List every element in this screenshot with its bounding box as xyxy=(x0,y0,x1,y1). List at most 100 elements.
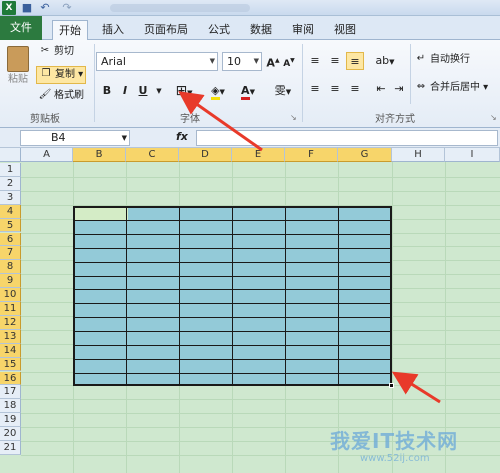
orientation-button[interactable]: ab▼ xyxy=(372,52,398,70)
tab-insert[interactable]: 插入 xyxy=(96,20,130,40)
table-border xyxy=(75,289,390,291)
decrease-indent-icon[interactable]: ⇤ xyxy=(372,80,390,98)
row-header-16[interactable]: 16 xyxy=(0,371,21,386)
align-middle-icon[interactable]: ≡ xyxy=(326,52,344,70)
row-header-11[interactable]: 11 xyxy=(0,302,21,316)
tab-data[interactable]: 数据 xyxy=(244,20,278,40)
font-name-select[interactable]: Arial ▼ xyxy=(96,52,218,71)
align-bottom-icon[interactable]: ≡ xyxy=(346,52,364,70)
align-top-icon[interactable]: ≡ xyxy=(306,52,324,70)
cut-label: 剪切 xyxy=(54,46,74,57)
row-header-7[interactable]: 7 xyxy=(0,246,21,261)
row-header-10[interactable]: 10 xyxy=(0,288,21,302)
align-center-icon[interactable]: ≡ xyxy=(326,80,344,98)
copy-button[interactable]: ❐ 复制 ▾ xyxy=(36,66,87,84)
chevron-down-icon: ▼ xyxy=(249,88,255,96)
cut-button[interactable]: ✂ 剪切 xyxy=(38,44,74,60)
format-painter-button[interactable]: 🖌 格式刷 xyxy=(38,88,84,104)
tab-file[interactable]: 文件 xyxy=(0,16,42,40)
row-header-13[interactable]: 13 xyxy=(0,329,21,344)
name-box[interactable]: B4 ▼ xyxy=(20,130,130,146)
gridline xyxy=(21,190,500,192)
row-header-2[interactable]: 2 xyxy=(0,176,21,191)
table-border xyxy=(75,261,390,263)
formula-input[interactable] xyxy=(196,130,498,146)
row-header-12[interactable]: 12 xyxy=(0,315,21,330)
tab-view[interactable]: 视图 xyxy=(328,20,362,40)
align-right-icon[interactable]: ≡ xyxy=(346,80,364,98)
column-header-i[interactable]: I xyxy=(445,148,500,162)
row-header-18[interactable]: 18 xyxy=(0,399,21,414)
row-header-5[interactable]: 5 xyxy=(0,218,21,233)
chevron-down-icon: ▼ xyxy=(219,88,225,96)
font-group-label: 字体 xyxy=(180,114,200,125)
function-icon[interactable]: fx xyxy=(176,130,188,143)
row-header-9[interactable]: 9 xyxy=(0,274,21,289)
select-all-corner[interactable] xyxy=(0,148,21,162)
group-divider xyxy=(302,44,303,122)
worksheet-grid[interactable]: ABCDEFGHI 1 2 3 4 5 6 7 8 9 10 11 12 13 14 15 16 17 18 19 2… xyxy=(0,148,500,473)
paste-icon xyxy=(7,46,29,72)
brush-icon: 🖌 xyxy=(38,89,52,100)
tab-page-layout[interactable]: 页面布局 xyxy=(138,20,194,40)
bordered-table-selection[interactable] xyxy=(73,206,394,388)
tab-home[interactable]: 开始 xyxy=(52,20,88,41)
font-color-icon: A xyxy=(241,84,250,100)
table-border xyxy=(75,219,390,221)
tab-formulas[interactable]: 公式 xyxy=(202,20,236,40)
column-header-d[interactable]: D xyxy=(179,148,232,162)
clipboard-group-label: 剪贴板 xyxy=(30,114,60,125)
column-header-a[interactable]: A xyxy=(21,148,73,162)
paste-button[interactable]: 粘贴 xyxy=(4,46,32,88)
font-size-select[interactable]: 10 ▼ xyxy=(222,52,262,71)
bold-button[interactable]: B xyxy=(98,82,116,100)
ribbon: 粘贴 ✂ 剪切 ❐ 复制 ▾ 🖌 格式刷 剪贴板 Arial ▼ 10 ▼ A▲ A▼ B… xyxy=(0,40,500,128)
group-divider xyxy=(410,44,411,104)
row-header-14[interactable]: 14 xyxy=(0,343,21,358)
row-header-3[interactable]: 3 xyxy=(0,190,21,205)
undo-icon[interactable]: ↶ xyxy=(38,1,52,15)
tab-review[interactable]: 审阅 xyxy=(286,20,320,40)
row-header-8[interactable]: 8 xyxy=(0,260,21,275)
font-color-button[interactable]: A▼ xyxy=(236,82,260,100)
row-header-4[interactable]: 4 xyxy=(0,204,21,219)
wrap-text-label: 自动换行 xyxy=(430,54,470,65)
borders-button[interactable]: ⊞▼ xyxy=(170,82,198,100)
fill-color-button[interactable]: ◈▼ xyxy=(206,82,230,100)
row-header-17[interactable]: 17 xyxy=(0,385,21,400)
copy-icon: ❐ xyxy=(41,68,51,79)
active-cell-b4[interactable] xyxy=(75,208,128,220)
row-header-19[interactable]: 19 xyxy=(0,413,21,428)
fill-handle[interactable] xyxy=(389,383,394,388)
shrink-font-button[interactable]: A▼ xyxy=(280,52,298,70)
font-size-value: 10 xyxy=(227,55,241,68)
column-header-b[interactable]: B xyxy=(73,148,126,162)
phonetic-button[interactable]: 雯▼ xyxy=(270,82,296,100)
row-header-6[interactable]: 6 xyxy=(0,232,21,247)
italic-button[interactable]: I xyxy=(116,82,134,100)
title-bar: X ■ ↶ ↷ xyxy=(0,0,500,16)
column-header-c[interactable]: C xyxy=(126,148,179,162)
align-left-icon[interactable]: ≡ xyxy=(306,80,324,98)
phonetic-label: 雯 xyxy=(274,84,286,97)
redo-icon[interactable]: ↷ xyxy=(60,1,74,15)
font-dialog-launcher-icon[interactable]: ↘ xyxy=(290,110,297,126)
row-header-20[interactable]: 20 xyxy=(0,427,21,441)
underline-dropdown[interactable]: ▼ xyxy=(150,82,168,100)
group-divider xyxy=(94,44,95,122)
column-header-h[interactable]: H xyxy=(392,148,445,162)
column-header-f[interactable]: F xyxy=(285,148,338,162)
column-header-g[interactable]: G xyxy=(338,148,392,162)
paint-bucket-icon: ◈ xyxy=(211,84,220,100)
save-icon[interactable]: ■ xyxy=(20,1,34,15)
row-header-1[interactable]: 1 xyxy=(0,163,21,177)
alignment-dialog-launcher-icon[interactable]: ↘ xyxy=(490,110,497,126)
merge-center-button[interactable]: ⇔ 合并后居中 ▾ xyxy=(414,80,488,96)
table-border xyxy=(75,303,390,305)
column-header-e[interactable]: E xyxy=(232,148,285,162)
watermark-text: 我爱IT技术网 xyxy=(330,429,459,453)
wrap-text-button[interactable]: ↵ 自动换行 xyxy=(414,52,470,68)
row-header-15[interactable]: 15 xyxy=(0,357,21,372)
increase-indent-icon[interactable]: ⇥ xyxy=(390,80,408,98)
row-header-21[interactable]: 21 xyxy=(0,441,21,455)
